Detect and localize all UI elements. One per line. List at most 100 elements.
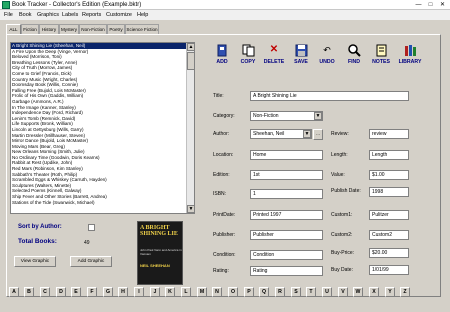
delete-label: DELETE <box>263 59 285 65</box>
menu-reports[interactable]: Reports <box>82 11 101 19</box>
find-button[interactable]: FIND <box>340 42 368 76</box>
alpha-n-button[interactable]: N <box>212 287 222 297</box>
book-list[interactable]: A Bright Shining Lie (Sheehan, Neil) A F… <box>10 42 195 214</box>
alpha-w-button[interactable]: W <box>353 287 363 297</box>
author-select[interactable]: Sheehan, Neil ▼ <box>250 129 312 139</box>
review-field[interactable]: review <box>369 129 409 139</box>
isbn-field[interactable]: 1 <box>250 189 323 199</box>
print-date-label: PrintDate: <box>213 212 236 218</box>
list-scrollbar[interactable]: ▲ ▼ <box>186 43 194 213</box>
scroll-down-icon[interactable]: ▼ <box>187 205 194 213</box>
sort-by-author-checkbox[interactable] <box>88 224 95 231</box>
alpha-v-button[interactable]: V <box>338 287 348 297</box>
add-button[interactable]: ADD <box>208 42 236 76</box>
author-label: Author: <box>213 131 230 137</box>
alpha-a-button[interactable]: A <box>9 287 19 297</box>
value-field[interactable]: $1.00 <box>369 170 409 180</box>
cover-subtitle: John Paul Vann and America in Vietnam <box>140 248 182 256</box>
alpha-g-button[interactable]: G <box>103 287 113 297</box>
add-graphic-button[interactable]: Add Graphic <box>70 256 112 267</box>
location-field[interactable]: Home <box>250 150 323 160</box>
alpha-j-button[interactable]: J <box>150 287 160 297</box>
title-field[interactable]: A Bright Shining Lie <box>250 91 409 101</box>
menu-book[interactable]: Book <box>19 11 32 19</box>
alpha-h-button[interactable]: H <box>118 287 128 297</box>
library-label: LIBRARY <box>398 59 422 65</box>
rating-field[interactable]: Rating <box>250 266 323 276</box>
alpha-o-button[interactable]: O <box>228 287 238 297</box>
alpha-b-button[interactable]: B <box>24 287 34 297</box>
notes-button[interactable]: NOTES <box>367 42 395 76</box>
alpha-d-button[interactable]: D <box>56 287 66 297</box>
notes-icon <box>374 43 388 57</box>
custom1-field[interactable]: Pulitzer <box>369 210 409 220</box>
tab-mystery[interactable]: Mystery <box>59 24 79 34</box>
author-lookup-button[interactable]: … <box>313 129 323 140</box>
alpha-p-button[interactable]: P <box>244 287 254 297</box>
tab-poetry[interactable]: Poetry <box>107 24 125 34</box>
tab-non-fiction[interactable]: Non-Fiction <box>79 24 107 34</box>
alpha-z-button[interactable]: Z <box>400 287 410 297</box>
tab-science-fiction[interactable]: Science Fiction <box>125 24 159 34</box>
close-button[interactable]: ✕ <box>437 1 448 9</box>
save-icon <box>294 43 308 57</box>
edition-field[interactable]: 1st <box>250 170 323 180</box>
category-label: Category: <box>213 113 235 119</box>
alpha-y-button[interactable]: Y <box>385 287 395 297</box>
alpha-i-button[interactable]: I <box>134 287 144 297</box>
category-value: Non-Fiction <box>253 113 279 119</box>
value-label: Value: <box>331 172 345 178</box>
copy-icon <box>241 43 255 57</box>
publisher-field[interactable]: Publisher <box>250 230 323 240</box>
rating-label: Rating: <box>213 268 229 274</box>
scroll-thumb[interactable] <box>187 52 194 70</box>
publisher-label: Publisher: <box>213 232 236 238</box>
alpha-f-button[interactable]: F <box>87 287 97 297</box>
condition-field[interactable]: Condition <box>250 250 323 260</box>
save-button[interactable]: SAVE <box>287 42 315 76</box>
publish-date-field[interactable]: 1998 <box>369 187 409 197</box>
undo-button[interactable]: ↶ UNDO <box>313 42 341 76</box>
custom2-field[interactable]: Custom2 <box>369 230 409 240</box>
scroll-up-icon[interactable]: ▲ <box>187 43 194 51</box>
alpha-k-button[interactable]: K <box>165 287 175 297</box>
alpha-c-button[interactable]: C <box>40 287 50 297</box>
buy-price-field[interactable]: $20.00 <box>369 248 409 258</box>
print-date-field[interactable]: Printed 1997 <box>250 210 323 220</box>
chevron-down-icon[interactable]: ▼ <box>303 130 311 138</box>
minimize-button[interactable]: — <box>413 1 424 9</box>
maximize-button[interactable]: □ <box>425 1 436 9</box>
menu-labels[interactable]: Labels <box>62 11 78 19</box>
alpha-r-button[interactable]: R <box>275 287 285 297</box>
tab-history[interactable]: History <box>39 24 59 34</box>
category-select[interactable]: Non-Fiction ▼ <box>250 111 323 121</box>
alpha-e-button[interactable]: E <box>71 287 81 297</box>
length-label: Length: <box>331 152 348 158</box>
length-field[interactable]: Length <box>369 150 409 160</box>
alpha-q-button[interactable]: Q <box>259 287 269 297</box>
alpha-l-button[interactable]: L <box>181 287 191 297</box>
alpha-x-button[interactable]: X <box>369 287 379 297</box>
alpha-u-button[interactable]: U <box>322 287 332 297</box>
copy-button[interactable]: COPY <box>234 42 262 76</box>
cover-title: A BRIGHT SHINING LIE <box>140 225 178 237</box>
alpha-t-button[interactable]: T <box>306 287 316 297</box>
delete-button[interactable]: ✕ DELETE <box>260 42 288 76</box>
alpha-s-button[interactable]: S <box>291 287 301 297</box>
view-graphic-button[interactable]: View Graphic <box>14 256 56 267</box>
window-title: Book Tracker - Collector's Edition (Exam… <box>12 2 142 8</box>
book-cover-image: A BRIGHT SHINING LIE John Paul Vann and … <box>137 221 183 285</box>
library-button[interactable]: LIBRARY <box>396 42 424 76</box>
menu-customize[interactable]: Customize <box>106 11 132 19</box>
menu-help[interactable]: Help <box>137 11 148 19</box>
menu-file[interactable]: File <box>4 11 13 19</box>
alpha-m-button[interactable]: M <box>197 287 207 297</box>
tab-fiction[interactable]: Fiction <box>21 24 39 34</box>
chevron-down-icon[interactable]: ▼ <box>314 112 322 120</box>
menu-graphics[interactable]: Graphics <box>37 11 59 19</box>
custom1-label: Custom1: <box>331 212 353 218</box>
buy-date-field[interactable]: 1/01/99 <box>369 265 409 275</box>
total-books-label: Total Books: <box>18 238 57 245</box>
list-item[interactable]: Stations of the Tide (Swanwick, Michael) <box>11 200 194 206</box>
isbn-label: ISBN: <box>213 191 227 197</box>
